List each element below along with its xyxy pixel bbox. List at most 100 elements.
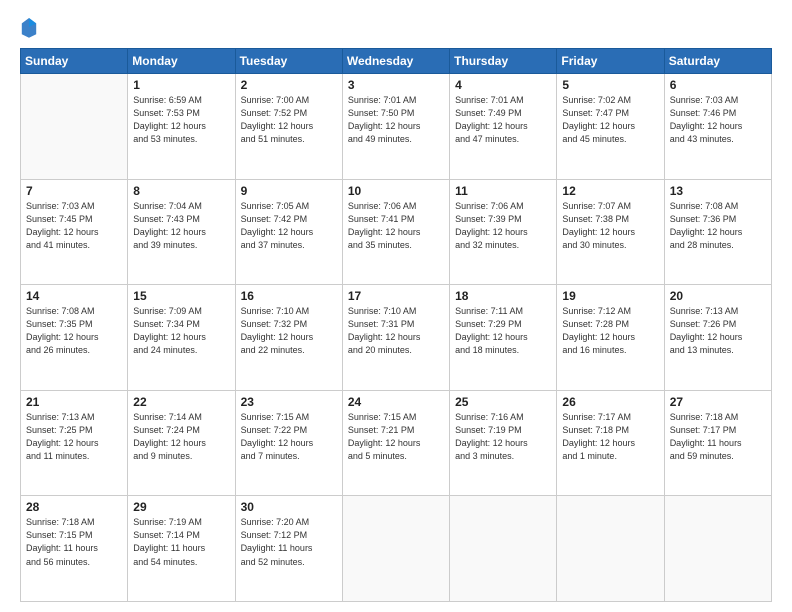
calendar-cell: 5 Sunrise: 7:02 AM Sunset: 7:47 PM Daylig… — [557, 74, 664, 180]
day-number: 1 — [133, 78, 229, 92]
calendar-week-row: 28 Sunrise: 7:18 AM Sunset: 7:15 PM Dayli… — [21, 496, 772, 602]
calendar-cell: 14 Sunrise: 7:08 AM Sunset: 7:35 PM Dayli… — [21, 285, 128, 391]
calendar-cell: 22 Sunrise: 7:14 AM Sunset: 7:24 PM Dayli… — [128, 390, 235, 496]
day-number: 4 — [455, 78, 551, 92]
calendar-cell: 30 Sunrise: 7:20 AM Sunset: 7:12 PM Dayli… — [235, 496, 342, 602]
calendar-cell: 13 Sunrise: 7:08 AM Sunset: 7:36 PM Dayli… — [664, 179, 771, 285]
calendar-cell: 21 Sunrise: 7:13 AM Sunset: 7:25 PM Dayli… — [21, 390, 128, 496]
calendar-cell: 16Sunrise: 7:10 AM Sunset: 7:32 PM Dayli… — [235, 285, 342, 391]
logo — [20, 16, 42, 38]
day-info: Sunrise: 7:07 AM Sunset: 7:38 PM Dayligh… — [562, 200, 658, 252]
day-number: 7 — [26, 184, 122, 198]
day-info: Sunrise: 7:08 AM Sunset: 7:35 PM Dayligh… — [26, 305, 122, 357]
day-info: Sunrise: 7:17 AM Sunset: 7:18 PM Dayligh… — [562, 411, 658, 463]
calendar-page: SundayMondayTuesdayWednesdayThursdayFrid… — [0, 0, 792, 612]
calendar-cell: 24 Sunrise: 7:15 AM Sunset: 7:21 PM Dayli… — [342, 390, 449, 496]
calendar-week-row: 1 Sunrise: 6:59 AM Sunset: 7:53 PM Daylig… — [21, 74, 772, 180]
day-of-week-header: Wednesday — [342, 49, 449, 74]
day-number: 5 — [562, 78, 658, 92]
day-info: Sunrise: 7:06 AM Sunset: 7:41 PM Dayligh… — [348, 200, 444, 252]
day-number: 23 — [241, 395, 337, 409]
calendar-cell: 8Sunrise: 7:04 AM Sunset: 7:43 PM Daylig… — [128, 179, 235, 285]
calendar-cell: 15 Sunrise: 7:09 AM Sunset: 7:34 PM Dayli… — [128, 285, 235, 391]
calendar-cell — [450, 496, 557, 602]
calendar-cell — [557, 496, 664, 602]
day-of-week-header: Sunday — [21, 49, 128, 74]
day-info: Sunrise: 7:15 AM Sunset: 7:21 PM Dayligh… — [348, 411, 444, 463]
calendar-cell: 23 Sunrise: 7:15 AM Sunset: 7:22 PM Dayli… — [235, 390, 342, 496]
day-of-week-header: Tuesday — [235, 49, 342, 74]
logo-icon — [20, 16, 38, 38]
day-number: 15 — [133, 289, 229, 303]
day-info: Sunrise: 7:02 AM Sunset: 7:47 PM Dayligh… — [562, 94, 658, 146]
day-number: 20 — [670, 289, 766, 303]
calendar-cell: 12 Sunrise: 7:07 AM Sunset: 7:38 PM Dayli… — [557, 179, 664, 285]
day-number: 10 — [348, 184, 444, 198]
day-number: 11 — [455, 184, 551, 198]
day-of-week-header: Thursday — [450, 49, 557, 74]
day-number: 26 — [562, 395, 658, 409]
calendar-cell: 6Sunrise: 7:03 AM Sunset: 7:46 PM Daylig… — [664, 74, 771, 180]
calendar-cell — [21, 74, 128, 180]
day-info: Sunrise: 7:10 AM Sunset: 7:31 PM Dayligh… — [348, 305, 444, 357]
calendar-cell: 19Sunrise: 7:12 AM Sunset: 7:28 PM Dayli… — [557, 285, 664, 391]
day-number: 14 — [26, 289, 122, 303]
day-info: Sunrise: 7:20 AM Sunset: 7:12 PM Dayligh… — [241, 516, 337, 568]
day-info: Sunrise: 7:11 AM Sunset: 7:29 PM Dayligh… — [455, 305, 551, 357]
day-info: Sunrise: 7:08 AM Sunset: 7:36 PM Dayligh… — [670, 200, 766, 252]
day-info: Sunrise: 7:13 AM Sunset: 7:25 PM Dayligh… — [26, 411, 122, 463]
day-info: Sunrise: 7:03 AM Sunset: 7:45 PM Dayligh… — [26, 200, 122, 252]
calendar-cell: 11Sunrise: 7:06 AM Sunset: 7:39 PM Dayli… — [450, 179, 557, 285]
day-number: 28 — [26, 500, 122, 514]
calendar-cell: 3 Sunrise: 7:01 AM Sunset: 7:50 PM Daylig… — [342, 74, 449, 180]
calendar-cell: 2Sunrise: 7:00 AM Sunset: 7:52 PM Daylig… — [235, 74, 342, 180]
calendar-cell: 9Sunrise: 7:05 AM Sunset: 7:42 PM Daylig… — [235, 179, 342, 285]
calendar-cell: 28 Sunrise: 7:18 AM Sunset: 7:15 PM Dayli… — [21, 496, 128, 602]
day-number: 12 — [562, 184, 658, 198]
day-info: Sunrise: 7:18 AM Sunset: 7:17 PM Dayligh… — [670, 411, 766, 463]
day-number: 3 — [348, 78, 444, 92]
calendar-cell: 18 Sunrise: 7:11 AM Sunset: 7:29 PM Dayli… — [450, 285, 557, 391]
day-info: Sunrise: 6:59 AM Sunset: 7:53 PM Dayligh… — [133, 94, 229, 146]
day-number: 30 — [241, 500, 337, 514]
day-info: Sunrise: 7:01 AM Sunset: 7:49 PM Dayligh… — [455, 94, 551, 146]
day-info: Sunrise: 7:04 AM Sunset: 7:43 PM Dayligh… — [133, 200, 229, 252]
day-info: Sunrise: 7:14 AM Sunset: 7:24 PM Dayligh… — [133, 411, 229, 463]
day-number: 27 — [670, 395, 766, 409]
calendar-cell: 27 Sunrise: 7:18 AM Sunset: 7:17 PM Dayli… — [664, 390, 771, 496]
day-number: 13 — [670, 184, 766, 198]
day-info: Sunrise: 7:01 AM Sunset: 7:50 PM Dayligh… — [348, 94, 444, 146]
day-info: Sunrise: 7:16 AM Sunset: 7:19 PM Dayligh… — [455, 411, 551, 463]
calendar-cell: 20 Sunrise: 7:13 AM Sunset: 7:26 PM Dayli… — [664, 285, 771, 391]
day-info: Sunrise: 7:10 AM Sunset: 7:32 PM Dayligh… — [241, 305, 337, 357]
day-number: 24 — [348, 395, 444, 409]
day-number: 18 — [455, 289, 551, 303]
calendar-cell — [664, 496, 771, 602]
calendar-week-row: 14 Sunrise: 7:08 AM Sunset: 7:35 PM Dayli… — [21, 285, 772, 391]
day-number: 29 — [133, 500, 229, 514]
day-info: Sunrise: 7:12 AM Sunset: 7:28 PM Dayligh… — [562, 305, 658, 357]
day-info: Sunrise: 7:09 AM Sunset: 7:34 PM Dayligh… — [133, 305, 229, 357]
calendar-week-row: 21 Sunrise: 7:13 AM Sunset: 7:25 PM Dayli… — [21, 390, 772, 496]
day-number: 17 — [348, 289, 444, 303]
day-number: 2 — [241, 78, 337, 92]
calendar-cell: 25Sunrise: 7:16 AM Sunset: 7:19 PM Dayli… — [450, 390, 557, 496]
header — [20, 16, 772, 38]
calendar-cell: 4 Sunrise: 7:01 AM Sunset: 7:49 PM Daylig… — [450, 74, 557, 180]
calendar-cell: 7 Sunrise: 7:03 AM Sunset: 7:45 PM Daylig… — [21, 179, 128, 285]
calendar-cell — [342, 496, 449, 602]
day-of-week-header: Saturday — [664, 49, 771, 74]
day-info: Sunrise: 7:19 AM Sunset: 7:14 PM Dayligh… — [133, 516, 229, 568]
day-info: Sunrise: 7:03 AM Sunset: 7:46 PM Dayligh… — [670, 94, 766, 146]
day-info: Sunrise: 7:13 AM Sunset: 7:26 PM Dayligh… — [670, 305, 766, 357]
calendar-table: SundayMondayTuesdayWednesdayThursdayFrid… — [20, 48, 772, 602]
day-number: 21 — [26, 395, 122, 409]
day-of-week-header: Friday — [557, 49, 664, 74]
day-of-week-header: Monday — [128, 49, 235, 74]
day-info: Sunrise: 7:18 AM Sunset: 7:15 PM Dayligh… — [26, 516, 122, 568]
day-info: Sunrise: 7:15 AM Sunset: 7:22 PM Dayligh… — [241, 411, 337, 463]
day-info: Sunrise: 7:05 AM Sunset: 7:42 PM Dayligh… — [241, 200, 337, 252]
calendar-cell: 26 Sunrise: 7:17 AM Sunset: 7:18 PM Dayli… — [557, 390, 664, 496]
day-number: 22 — [133, 395, 229, 409]
calendar-cell: 29 Sunrise: 7:19 AM Sunset: 7:14 PM Dayli… — [128, 496, 235, 602]
